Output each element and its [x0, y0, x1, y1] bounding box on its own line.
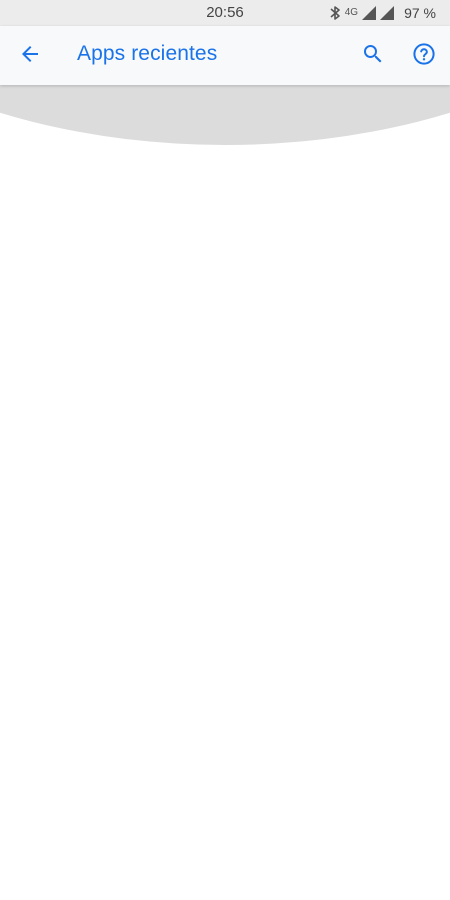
screen: 20:56 4G 97 % Apps recientes	[0, 0, 450, 900]
search-icon	[361, 42, 385, 71]
signal-icon-2	[380, 6, 395, 20]
status-bar: 20:56 4G 97 %	[0, 0, 450, 26]
arrow-back-icon	[18, 42, 42, 71]
signal-icon	[362, 6, 377, 20]
help-circle-icon	[412, 42, 436, 71]
app-toolbar: Apps recientes	[0, 26, 450, 85]
page-title: Apps recientes	[77, 42, 218, 65]
battery-level: 97 %	[404, 5, 436, 21]
status-icons: 4G 97 %	[329, 4, 436, 22]
back-button[interactable]	[10, 36, 50, 76]
help-button[interactable]	[404, 36, 444, 76]
search-button[interactable]	[353, 36, 393, 76]
bluetooth-icon	[329, 5, 341, 21]
network-type: 4G	[344, 7, 359, 18]
